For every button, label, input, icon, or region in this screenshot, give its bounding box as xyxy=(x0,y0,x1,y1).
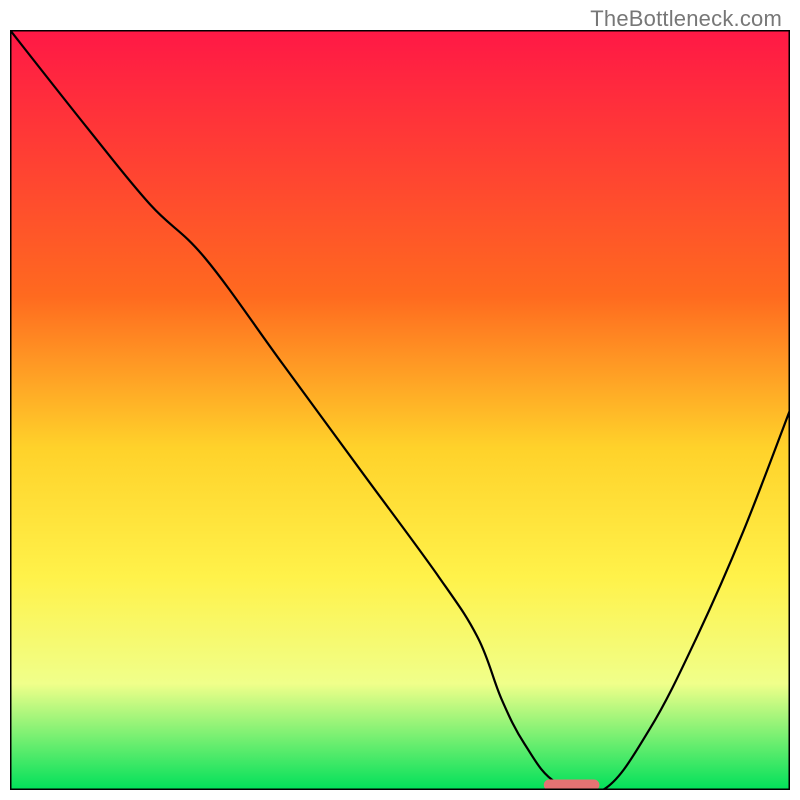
chart-frame: TheBottleneck.com xyxy=(0,0,800,800)
bottleneck-chart xyxy=(10,30,790,790)
attribution-label: TheBottleneck.com xyxy=(590,6,782,32)
gradient-background xyxy=(10,30,790,790)
plot-area xyxy=(10,30,790,790)
